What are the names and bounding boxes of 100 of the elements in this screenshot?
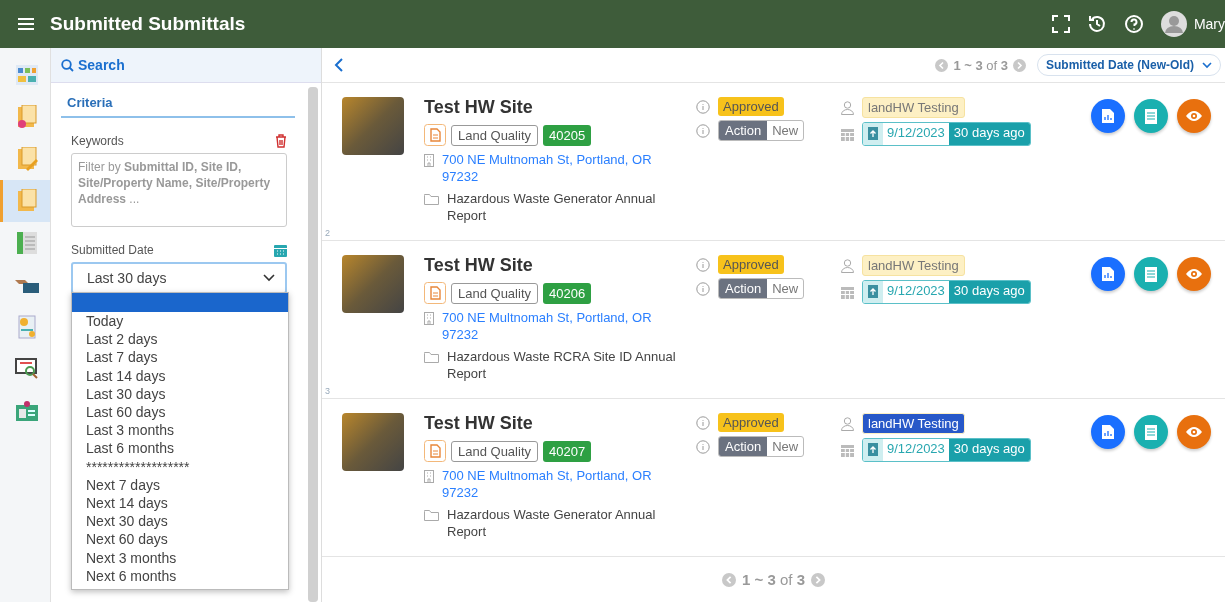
dropdown-option[interactable]: Next 3 months [72, 548, 288, 567]
status-badge: Approved [718, 413, 784, 432]
view-button[interactable] [1177, 415, 1211, 449]
submittal-card[interactable]: Test HW Site Land Quality 40206 700 NE Multnomah St, Portland, OR 97232 Hazardous Waste RCRA Site ID Annual Report Approved Action New landHW Testing 9/12/2023 30 days ago 3 [322, 241, 1225, 399]
address-link[interactable]: 700 NE Multnomah St, Portland, OR 97232 [442, 309, 686, 343]
prev-page-icon[interactable] [935, 58, 949, 72]
page-title: Submitted Submittals [50, 13, 246, 35]
program-tag: Land Quality [451, 124, 538, 146]
age-badge: 30 days ago [948, 281, 1030, 303]
id-badge-icon [14, 400, 39, 422]
dropdown-option[interactable]: Last 2 days [72, 330, 288, 349]
address-link[interactable]: 700 NE Multnomah St, Portland, OR 97232 [442, 467, 686, 501]
dashboard-icon [15, 65, 38, 85]
keywords-label: Keywords [71, 134, 124, 148]
details-button[interactable] [1134, 99, 1168, 133]
report-type: Hazardous Waste Generator Annual Report [447, 506, 657, 540]
details-button[interactable] [1134, 415, 1168, 449]
info-icon[interactable] [696, 439, 710, 454]
action-state: New [771, 122, 800, 140]
program-tag: Land Quality [451, 282, 538, 304]
info-icon[interactable] [696, 99, 710, 114]
submitted-date-label: Submitted Date [71, 243, 154, 257]
dropdown-option[interactable]: Last 60 days [72, 403, 288, 422]
next-page-icon[interactable] [1013, 58, 1026, 72]
age-badge: 30 days ago [948, 439, 1030, 461]
report-button[interactable] [1091, 257, 1125, 291]
site-title: Test HW Site [424, 255, 534, 276]
calendar-icon [841, 127, 854, 141]
monitor-search-icon [14, 358, 39, 380]
prev-page-icon[interactable] [722, 572, 736, 587]
criteria-tab[interactable]: Criteria [61, 91, 295, 118]
site-title: Test HW Site [424, 413, 534, 434]
view-button[interactable] [1177, 99, 1211, 133]
report-button[interactable] [1091, 99, 1125, 133]
history-icon[interactable] [1086, 14, 1107, 34]
report-type: Hazardous Waste Generator Annual Report [447, 190, 657, 224]
calendar-icon[interactable] [274, 243, 287, 257]
photo-placeholder [342, 255, 404, 313]
details-button[interactable] [1134, 257, 1168, 291]
document-icon [424, 440, 446, 462]
info-icon[interactable] [696, 281, 710, 296]
list-document-icon [1145, 424, 1157, 440]
dropdown-option[interactable]: Next 7 days [72, 475, 288, 495]
avatar-icon[interactable] [1160, 11, 1187, 37]
ledger-icon [16, 232, 37, 254]
back-chevron-icon[interactable] [334, 58, 344, 72]
search-icon [61, 58, 74, 72]
status-badge: Approved [718, 97, 784, 116]
dropdown-option[interactable]: Next 30 days [72, 512, 288, 531]
next-page-icon[interactable] [811, 572, 825, 587]
submittal-card[interactable]: Test HW Site Land Quality 40207 700 NE Multnomah St, Portland, OR 97232 Hazardous Waste Generator Annual Report Approved Action New landHW Testing 9/12/2023 30 days ago [322, 399, 1225, 557]
upload-document-icon [863, 281, 883, 303]
dropdown-option[interactable]: Last 7 days [72, 348, 288, 367]
assignee-tag: landHW Testing [862, 255, 965, 276]
submittal-id-tag: 40206 [543, 282, 592, 304]
pagination-text: 1 ~ 3 of 3 [953, 57, 1008, 73]
help-icon[interactable] [1123, 14, 1144, 34]
dropdown-option[interactable]: Last 3 months [72, 421, 288, 440]
upload-document-icon [863, 439, 883, 461]
scrollbar-thumb[interactable] [308, 87, 318, 602]
chart-document-icon [1102, 425, 1114, 439]
submittal-card[interactable]: Test HW Site Land Quality 40205 700 NE Multnomah St, Portland, OR 97232 Hazardous Waste Generator Annual Report Approved Action New landHW Testing 9/12/2023 30 days ago 2 [322, 83, 1225, 241]
chart-document-icon [1102, 267, 1114, 281]
search-tab[interactable]: Search [59, 55, 127, 75]
dropdown-option[interactable]: Next 6 months [72, 566, 288, 586]
calendar-icon [841, 443, 854, 457]
address-link[interactable]: 700 NE Multnomah St, Portland, OR 97232 [442, 151, 686, 185]
dropdown-option[interactable]: ******************* [72, 457, 288, 476]
list-document-icon [1145, 266, 1157, 282]
eye-icon [1185, 426, 1203, 438]
trash-icon[interactable] [275, 134, 287, 148]
user-name[interactable]: Mary [1193, 16, 1225, 32]
photo-placeholder [342, 413, 404, 471]
view-button[interactable] [1177, 257, 1211, 291]
status-badge: Approved [718, 255, 784, 274]
report-button[interactable] [1091, 415, 1125, 449]
submittal-id-tag: 40207 [543, 440, 592, 462]
dropdown-option[interactable]: Last 14 days [72, 366, 288, 385]
info-icon[interactable] [696, 257, 710, 272]
row-number: 2 [325, 228, 330, 238]
dropdown-option[interactable]: Next 14 days [72, 494, 288, 513]
dropdown-option[interactable]: Last 6 months [72, 439, 288, 458]
age-badge: 30 days ago [948, 123, 1030, 145]
list-document-icon [1145, 108, 1157, 124]
dropdown-option[interactable]: Last 30 days [72, 384, 288, 403]
report-type: Hazardous Waste RCRA Site ID Annual Report [447, 348, 677, 382]
action-label: Action [719, 121, 768, 140]
action-state: New [771, 280, 800, 298]
upload-document-icon [863, 123, 883, 145]
folder-icon [424, 351, 439, 363]
dropdown-option[interactable]: Today [72, 312, 288, 331]
eye-icon [1185, 268, 1203, 280]
info-icon[interactable] [696, 415, 710, 430]
document-icon [424, 282, 446, 304]
fullscreen-icon[interactable] [1051, 15, 1070, 33]
folder-icon [424, 193, 439, 205]
dropdown-option[interactable]: Next 60 days [72, 530, 288, 549]
info-icon[interactable] [696, 123, 710, 138]
photo-placeholder [342, 97, 404, 155]
pagination-text: 1 ~ 3 of 3 [742, 571, 805, 588]
